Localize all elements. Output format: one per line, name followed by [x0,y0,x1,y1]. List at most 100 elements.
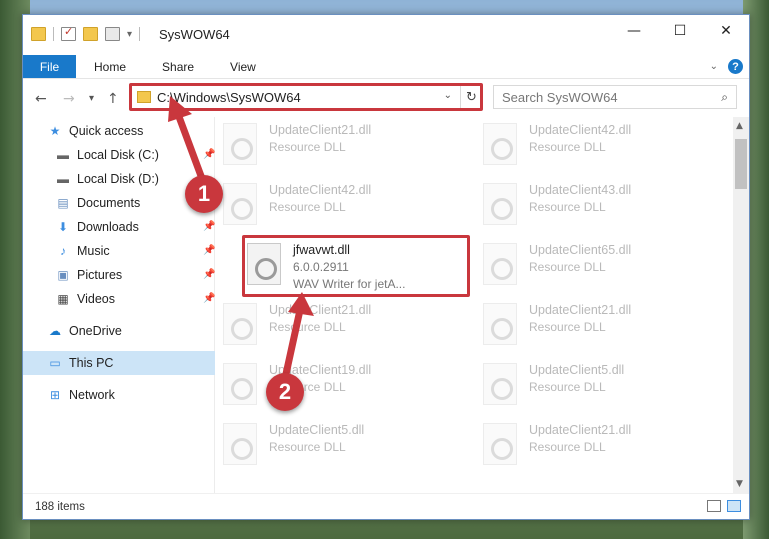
sidebar-item-videos[interactable]: ▦ Videos [55,289,115,309]
dll-file-icon [223,303,257,345]
callout-arrow-2 [282,292,314,378]
file-item[interactable]: UpdateClient21.dll Resource DLL [483,297,708,353]
forward-arrow-icon[interactable]: → [63,91,75,107]
tab-view[interactable]: View [212,55,274,78]
pin-icon[interactable]: 📌 [203,293,215,304]
file-description: Resource DLL [529,260,606,274]
item-count: 188 items [35,501,85,513]
file-item[interactable]: UpdateClient21.dll Resource DLL [223,297,448,353]
content-area: ★ Quick access ▬ Local Disk (C:) 📌 ▬ Loc… [23,117,749,493]
sidebar-item-label: Documents [77,196,141,210]
file-name: UpdateClient42.dll [529,123,632,137]
sidebar-item-label: Pictures [77,268,123,282]
file-item[interactable]: UpdateClient43.dll Resource DLL [483,177,708,233]
new-folder-icon[interactable] [83,27,98,41]
sidebar-item-documents[interactable]: ▤ Documents [55,193,140,213]
documents-icon: ▤ [57,196,69,210]
dll-file-icon [223,363,257,405]
ribbon-tabs: File Home Share View ⌄ ? [23,55,749,79]
details-view-icon[interactable] [707,500,721,512]
file-name: UpdateClient21.dll [529,303,632,317]
file-item[interactable]: UpdateClient65.dll Resource DLL [483,237,708,293]
file-item[interactable]: UpdateClient21.dll Resource DLL [483,417,708,473]
properties-check-icon[interactable] [61,25,76,41]
back-arrow-icon[interactable]: ← [35,91,47,107]
callout-badge-1: 1 [185,175,223,213]
tab-home[interactable]: Home [76,55,144,78]
explorer-window: ▾ SysWOW64 — ☐ ✕ File Home Share View ⌄ … [22,14,750,520]
search-icon[interactable]: ⌕ [721,90,728,105]
file-name: UpdateClient5.dll [529,363,625,377]
file-description: Resource DLL [529,140,606,154]
window-controls: — ☐ ✕ [611,15,749,47]
drive-icon: ▬ [57,172,69,186]
file-item[interactable]: UpdateClient21.dll Resource DLL [223,117,448,173]
file-description: Resource DLL [529,200,606,214]
expand-ribbon-icon[interactable]: ⌄ [710,61,718,72]
maximize-button[interactable]: ☐ [657,15,703,47]
dll-file-icon [223,183,257,225]
file-item[interactable]: UpdateClient5.dll Resource DLL [483,357,708,413]
file-description: Resource DLL [529,440,606,454]
pin-icon[interactable]: 📌 [203,245,215,256]
divider [139,27,141,41]
sidebar-item-onedrive[interactable]: ☁ OneDrive [47,321,122,341]
tiles-view-icon[interactable] [727,500,741,512]
view-toggle [707,500,741,512]
customize-toolbar-icon[interactable] [105,27,120,41]
music-icon: ♪ [60,244,66,258]
file-item[interactable]: UpdateClient42.dll Resource DLL [223,177,448,233]
dll-file-icon [483,183,517,225]
tab-file[interactable]: File [23,55,76,78]
file-name: UpdateClient43.dll [529,183,632,197]
scroll-down-icon[interactable]: ▼ [736,479,743,489]
help-icon[interactable]: ? [728,59,743,74]
minimize-button[interactable]: — [611,15,657,47]
file-description: Resource DLL [529,380,606,394]
sidebar-item-label: This PC [69,356,114,370]
file-description: Resource DLL [529,320,606,334]
scroll-thumb[interactable] [735,139,747,189]
star-icon: ★ [49,124,61,138]
address-row: ← → ▾ ↑ C:\Windows\SysWOW64 ⌄ ↻ Search S… [23,79,749,117]
toolbar-dropdown-icon[interactable]: ▾ [127,29,132,40]
sidebar-item-pictures[interactable]: ▣ Pictures [55,265,122,285]
sidebar-item-local-disk-d[interactable]: ▬ Local Disk (D:) [55,169,159,189]
sidebar-item-quick-access[interactable]: ★ Quick access [47,121,144,141]
tab-share[interactable]: Share [144,55,212,78]
callout-badge-2: 2 [266,373,304,411]
file-name: UpdateClient21.dll [269,123,372,137]
sidebar-item-local-disk-c[interactable]: ▬ Local Disk (C:) [55,145,159,165]
recent-locations-icon[interactable]: ▾ [89,93,94,104]
dll-file-icon [483,123,517,165]
pin-icon[interactable]: 📌 [203,269,215,280]
search-placeholder: Search SysWOW64 [502,89,618,105]
file-item[interactable]: UpdateClient19.dll Resource DLL [223,357,448,413]
sidebar-item-music[interactable]: ♪ Music [55,241,110,261]
up-arrow-icon[interactable]: ↑ [107,91,119,107]
dll-file-icon [483,243,517,285]
file-description: Resource DLL [269,200,346,214]
network-icon: ⊞ [49,388,61,402]
file-name: UpdateClient21.dll [529,423,632,437]
sidebar-item-network[interactable]: ⊞ Network [47,385,115,405]
title-bar: ▾ SysWOW64 — ☐ ✕ [23,15,749,55]
file-description: Resource DLL [269,440,346,454]
pictures-icon: ▣ [57,268,69,282]
pin-icon[interactable]: 📌 [203,221,215,232]
videos-icon: ▦ [57,292,69,306]
search-input[interactable]: Search SysWOW64 ⌕ [493,85,737,109]
file-item[interactable]: UpdateClient5.dll Resource DLL [223,417,448,473]
scroll-up-icon[interactable]: ▲ [736,121,743,131]
file-item[interactable]: UpdateClient42.dll Resource DLL [483,117,708,173]
sidebar-item-downloads[interactable]: ⬇ Downloads [55,217,139,237]
sidebar-item-this-pc[interactable]: ▭ This PC [23,351,215,375]
sidebar-item-label: Music [77,244,110,258]
sidebar-item-label: Network [69,388,115,402]
vertical-scrollbar[interactable]: ▲ ▼ [733,117,749,493]
computer-icon: ▭ [49,356,61,370]
ribbon-right-controls: ⌄ ? [710,59,743,74]
divider [53,27,54,41]
close-button[interactable]: ✕ [703,15,749,47]
file-highlight-box [242,235,470,297]
